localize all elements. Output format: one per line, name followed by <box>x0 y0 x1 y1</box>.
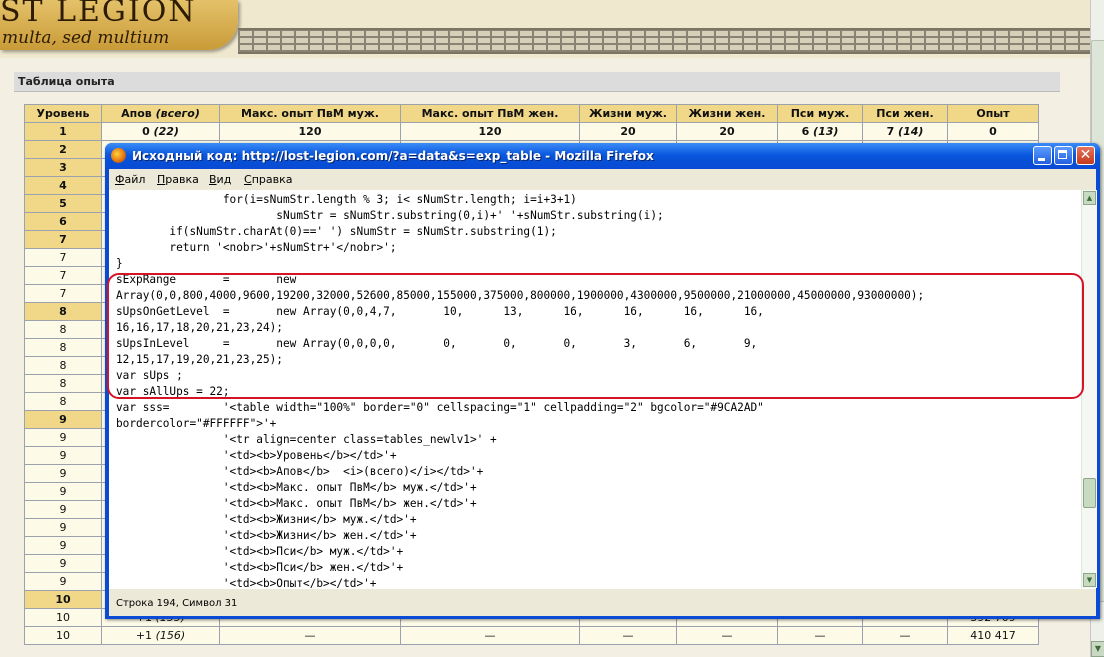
row-cell: 0 (22) <box>102 123 219 140</box>
scroll-down-icon[interactable]: ▼ <box>1083 573 1096 587</box>
level-cell: 2 <box>25 141 101 158</box>
th-maxexp-f: Макс. опыт ПвМ жен. <box>401 105 579 122</box>
level-cell: 5 <box>25 195 101 212</box>
level-cell: 9 <box>25 519 101 536</box>
cell-note: (22) <box>153 125 179 138</box>
window-titlebar[interactable]: Исходный код: http://lost-legion.com/?a=… <box>105 143 1100 169</box>
highlight-annotation <box>107 273 1084 399</box>
maximize-button[interactable] <box>1054 146 1073 165</box>
menu-edit[interactable]: Правка <box>157 173 199 186</box>
level-cell: 8 <box>25 357 101 374</box>
row-cell: 120 <box>220 123 400 140</box>
window-title: Исходный код: http://lost-legion.com/?a=… <box>132 149 654 163</box>
site-header: ST LEGION multa, sed multium <box>0 0 1090 58</box>
level-cell: 8 <box>25 339 101 356</box>
row-cell: — <box>778 627 862 644</box>
row-cell: 7 (14) <box>863 123 947 140</box>
level-cell: 9 <box>25 537 101 554</box>
row-cell: +1 (156) <box>102 627 219 644</box>
row-cell: 20 <box>580 123 676 140</box>
maximize-icon <box>1058 150 1067 159</box>
level-cell: 9 <box>25 483 101 500</box>
level-cell: 8 <box>25 303 101 320</box>
level-cell: 10 <box>25 591 101 608</box>
panel-caption: Таблица опыта <box>14 72 1060 92</box>
scrollbar-thumb[interactable] <box>1083 478 1096 508</box>
level-cell: 9 <box>25 447 101 464</box>
th-ups-note: (всего) <box>155 107 200 120</box>
th-maxexp-m: Макс. опыт ПвМ муж. <box>220 105 400 122</box>
th-exp: Опыт <box>948 105 1038 122</box>
cell-note: (13) <box>813 125 839 138</box>
table-row: 10 +1 (156) — — — — — —410 417 <box>25 627 1038 644</box>
row-cell: 1 <box>25 123 101 140</box>
logo-title: ST LEGION <box>0 0 197 29</box>
level-cell: 9 <box>25 555 101 572</box>
row-cell: 20 <box>677 123 777 140</box>
level-cell: 8 <box>25 321 101 338</box>
menu-view[interactable]: Вид <box>209 173 231 186</box>
level-cell: 7 <box>25 249 101 266</box>
level-cell: 10 <box>25 627 101 644</box>
menu-file[interactable]: Файл <box>115 173 145 186</box>
th-psi-m: Пси муж. <box>778 105 862 122</box>
row-cell: 6 (13) <box>778 123 862 140</box>
level-cell: 4 <box>25 177 101 194</box>
menu-bar: Файл Правка Вид Справка <box>109 169 1096 191</box>
cell-note: (14) <box>898 125 924 138</box>
level-cell: 10 <box>25 609 101 626</box>
level-cell: 9 <box>25 465 101 482</box>
row-cell: — <box>401 627 579 644</box>
level-cell: 9 <box>25 573 101 590</box>
row-cell: — <box>220 627 400 644</box>
minimize-button[interactable] <box>1033 146 1052 165</box>
cell-note: (156) <box>155 629 186 642</box>
level-cell: 7 <box>25 231 101 248</box>
row-cell: 410 417 <box>948 627 1038 644</box>
close-icon: ✕ <box>1079 147 1092 163</box>
level-cell: 3 <box>25 159 101 176</box>
page-scroll-down-icon[interactable]: ▼ <box>1091 641 1104 657</box>
row-cell: 120 <box>401 123 579 140</box>
site-logo[interactable]: ST LEGION multa, sed multium <box>0 0 238 50</box>
row-cell: — <box>677 627 777 644</box>
meander-border <box>238 28 1090 54</box>
level-cell: 6 <box>25 213 101 230</box>
table-header-row: Уровень Апов (всего) Макс. опыт ПвМ муж.… <box>25 105 1038 122</box>
level-cell: 7 <box>25 285 101 302</box>
th-ups-label: Апов (всего) <box>121 107 200 120</box>
th-level: Уровень <box>25 105 101 122</box>
level-cell: 9 <box>25 411 101 428</box>
logo-motto: multa, sed multium <box>2 28 170 48</box>
level-cell: 8 <box>25 375 101 392</box>
level-cell: 7 <box>25 267 101 284</box>
level-cell: 9 <box>25 501 101 518</box>
level-cell: 9 <box>25 429 101 446</box>
level-cell: 8 <box>25 393 101 410</box>
firefox-icon <box>111 148 126 163</box>
th-ups: Апов (всего) <box>102 105 219 122</box>
row-cell: — <box>863 627 947 644</box>
row-cell: 0 <box>948 123 1038 140</box>
minimize-icon <box>1038 158 1045 161</box>
menu-help[interactable]: Справка <box>244 173 292 186</box>
th-psi-f: Пси жен. <box>863 105 947 122</box>
scroll-up-icon[interactable]: ▲ <box>1083 191 1096 205</box>
th-hp-f: Жизни жен. <box>677 105 777 122</box>
close-button[interactable]: ✕ <box>1076 146 1095 165</box>
table-row: 1 0 (22) 120 120 20 20 6 (13) 7 (14) 0 <box>25 123 1038 140</box>
status-bar: Строка 194, Символ 31 <box>109 588 1096 616</box>
status-text: Строка 194, Символ 31 <box>116 598 238 609</box>
th-hp-m: Жизни муж. <box>580 105 676 122</box>
row-cell: — <box>580 627 676 644</box>
